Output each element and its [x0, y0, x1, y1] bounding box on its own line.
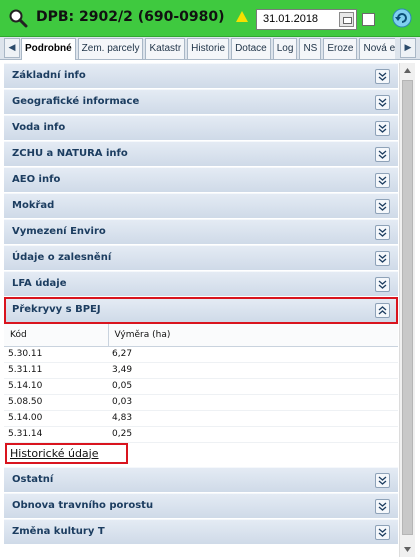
table-row: 5.14.10 0,05 [4, 378, 398, 395]
cell-vymera: 3,49 [108, 362, 398, 379]
section-aeo-info[interactable]: AEO info [4, 167, 398, 193]
cell-kod: 5.31.11 [4, 362, 108, 379]
section-label: Obnova travního porostu [12, 499, 154, 511]
column-header-kod[interactable]: Kód [4, 324, 109, 347]
search-icon[interactable] [8, 8, 28, 28]
expand-icon[interactable] [375, 69, 390, 84]
cell-vymera: 0,25 [108, 426, 398, 443]
expand-icon[interactable] [375, 95, 390, 110]
cell-vymera: 6,27 [108, 346, 398, 363]
expand-icon[interactable] [375, 251, 390, 266]
cell-kod: 5.08.50 [4, 394, 108, 411]
section-mokrad[interactable]: Mokřad [4, 193, 398, 219]
cell-vymera: 0,05 [108, 378, 398, 395]
section-zakladni-info[interactable]: Základní info [4, 63, 398, 89]
section-label: Změna kultury T [12, 525, 105, 537]
section-label: Údaje o zalesnění [12, 252, 112, 263]
warning-icon [236, 11, 248, 22]
section-zchu-natura-info[interactable]: ZCHU a NATURA info [4, 141, 398, 167]
history-link[interactable]: Historické údaje [10, 447, 99, 460]
cell-vymera: 0,03 [108, 394, 398, 411]
cell-kod: 5.31.14 [4, 426, 108, 443]
section-label: Geografické informace [12, 96, 140, 107]
expand-icon[interactable] [375, 498, 390, 514]
expand-icon[interactable] [375, 472, 390, 488]
tab-podrobne[interactable]: Podrobné [21, 38, 76, 60]
tab-ns[interactable]: NS [299, 38, 322, 59]
tab-log[interactable]: Log [272, 38, 298, 59]
tab-scroll-right-icon[interactable]: ▶ [400, 38, 416, 58]
header-checkbox[interactable] [362, 13, 375, 26]
table-row: 5.31.11 3,49 [4, 362, 398, 379]
tab-scroll-left-icon[interactable]: ◀ [4, 38, 20, 58]
section-label: Ostatní [12, 473, 54, 485]
section-label: AEO info [12, 174, 61, 185]
section-geograficke-informace[interactable]: Geografické informace [4, 89, 398, 115]
expand-icon[interactable] [375, 147, 390, 162]
top-bar: DPB: 2902/2 (690-0980) 31.01.2018 [0, 0, 420, 37]
cell-vymera: 4,83 [108, 410, 398, 427]
date-field[interactable]: 31.01.2018 [256, 9, 357, 30]
cell-kod: 5.14.00 [4, 410, 108, 427]
tab-strip: ◀ Podrobné Zem. parcely Katastr Historie Dot… [0, 37, 420, 60]
expand-icon[interactable] [375, 121, 390, 136]
vertical-scrollbar[interactable] [399, 63, 415, 557]
cell-kod: 5.30.11 [4, 346, 108, 363]
column-header-vymera[interactable]: Výměra (ha) [108, 324, 398, 347]
scrollbar-thumb[interactable] [402, 80, 413, 535]
section-vymezeni-enviro[interactable]: Vymezení Enviro [4, 219, 398, 245]
scroll-up-icon[interactable] [400, 63, 415, 79]
expand-icon[interactable] [375, 225, 390, 240]
tab-zem-parcely[interactable]: Zem. parcely [77, 38, 144, 59]
section-prekryvy-s-bpej[interactable]: Překryvy s BPEJ [4, 297, 398, 324]
expand-icon[interactable] [375, 524, 390, 540]
collapse-icon[interactable] [375, 303, 390, 318]
tab-historie[interactable]: Historie [187, 38, 230, 59]
section-zmena-kultury-t[interactable]: Změna kultury T [4, 518, 398, 545]
refresh-icon[interactable] [392, 8, 412, 28]
calendar-icon[interactable] [339, 12, 354, 27]
table-row: 5.14.00 4,83 [4, 410, 398, 427]
date-value: 31.01.2018 [263, 13, 319, 25]
section-obnova-travniho-porostu[interactable]: Obnova travního porostu [4, 492, 398, 519]
parcel-title: DPB: 2902/2 (690-0980) [36, 9, 225, 25]
cell-kod: 5.14.10 [4, 378, 108, 395]
tab-nova-eroze[interactable]: Nová er [359, 38, 395, 59]
section-label: LFA údaje [12, 278, 67, 289]
section-label: Překryvy s BPEJ [12, 304, 101, 315]
table-row: 5.30.11 6,27 [4, 346, 398, 363]
history-link-row: Historické údaje [4, 442, 398, 467]
section-lfa-udaje[interactable]: LFA údaje [4, 271, 398, 297]
table-row: 5.08.50 0,03 [4, 394, 398, 411]
section-ostatni[interactable]: Ostatní [4, 466, 398, 493]
tab-list: Podrobné Zem. parcely Katastr Historie Dotac… [21, 38, 395, 60]
expand-icon[interactable] [375, 199, 390, 214]
detail-panel: Základní info Geografické informace Voda… [4, 63, 398, 557]
section-label: Vymezení Enviro [12, 226, 106, 237]
section-voda-info[interactable]: Voda info [4, 115, 398, 141]
table-header-row: Kód Výměra (ha) [4, 324, 398, 347]
tab-dotace[interactable]: Dotace [231, 38, 271, 59]
section-udaje-o-zalesneni[interactable]: Údaje o zalesnění [4, 245, 398, 271]
section-label: ZCHU a NATURA info [12, 148, 128, 159]
section-label: Základní info [12, 70, 86, 81]
table-row: 5.31.14 0,25 [4, 426, 398, 443]
bpej-table: Kód Výměra (ha) 5.30.11 6,27 5.31.11 3,4… [4, 324, 398, 443]
tab-katastr[interactable]: Katastr [145, 38, 186, 59]
tab-eroze[interactable]: Eroze [323, 38, 358, 59]
section-label: Voda info [12, 122, 66, 133]
expand-icon[interactable] [375, 277, 390, 292]
expand-icon[interactable] [375, 173, 390, 188]
section-label: Mokřad [12, 200, 55, 211]
scroll-down-icon[interactable] [400, 541, 415, 557]
